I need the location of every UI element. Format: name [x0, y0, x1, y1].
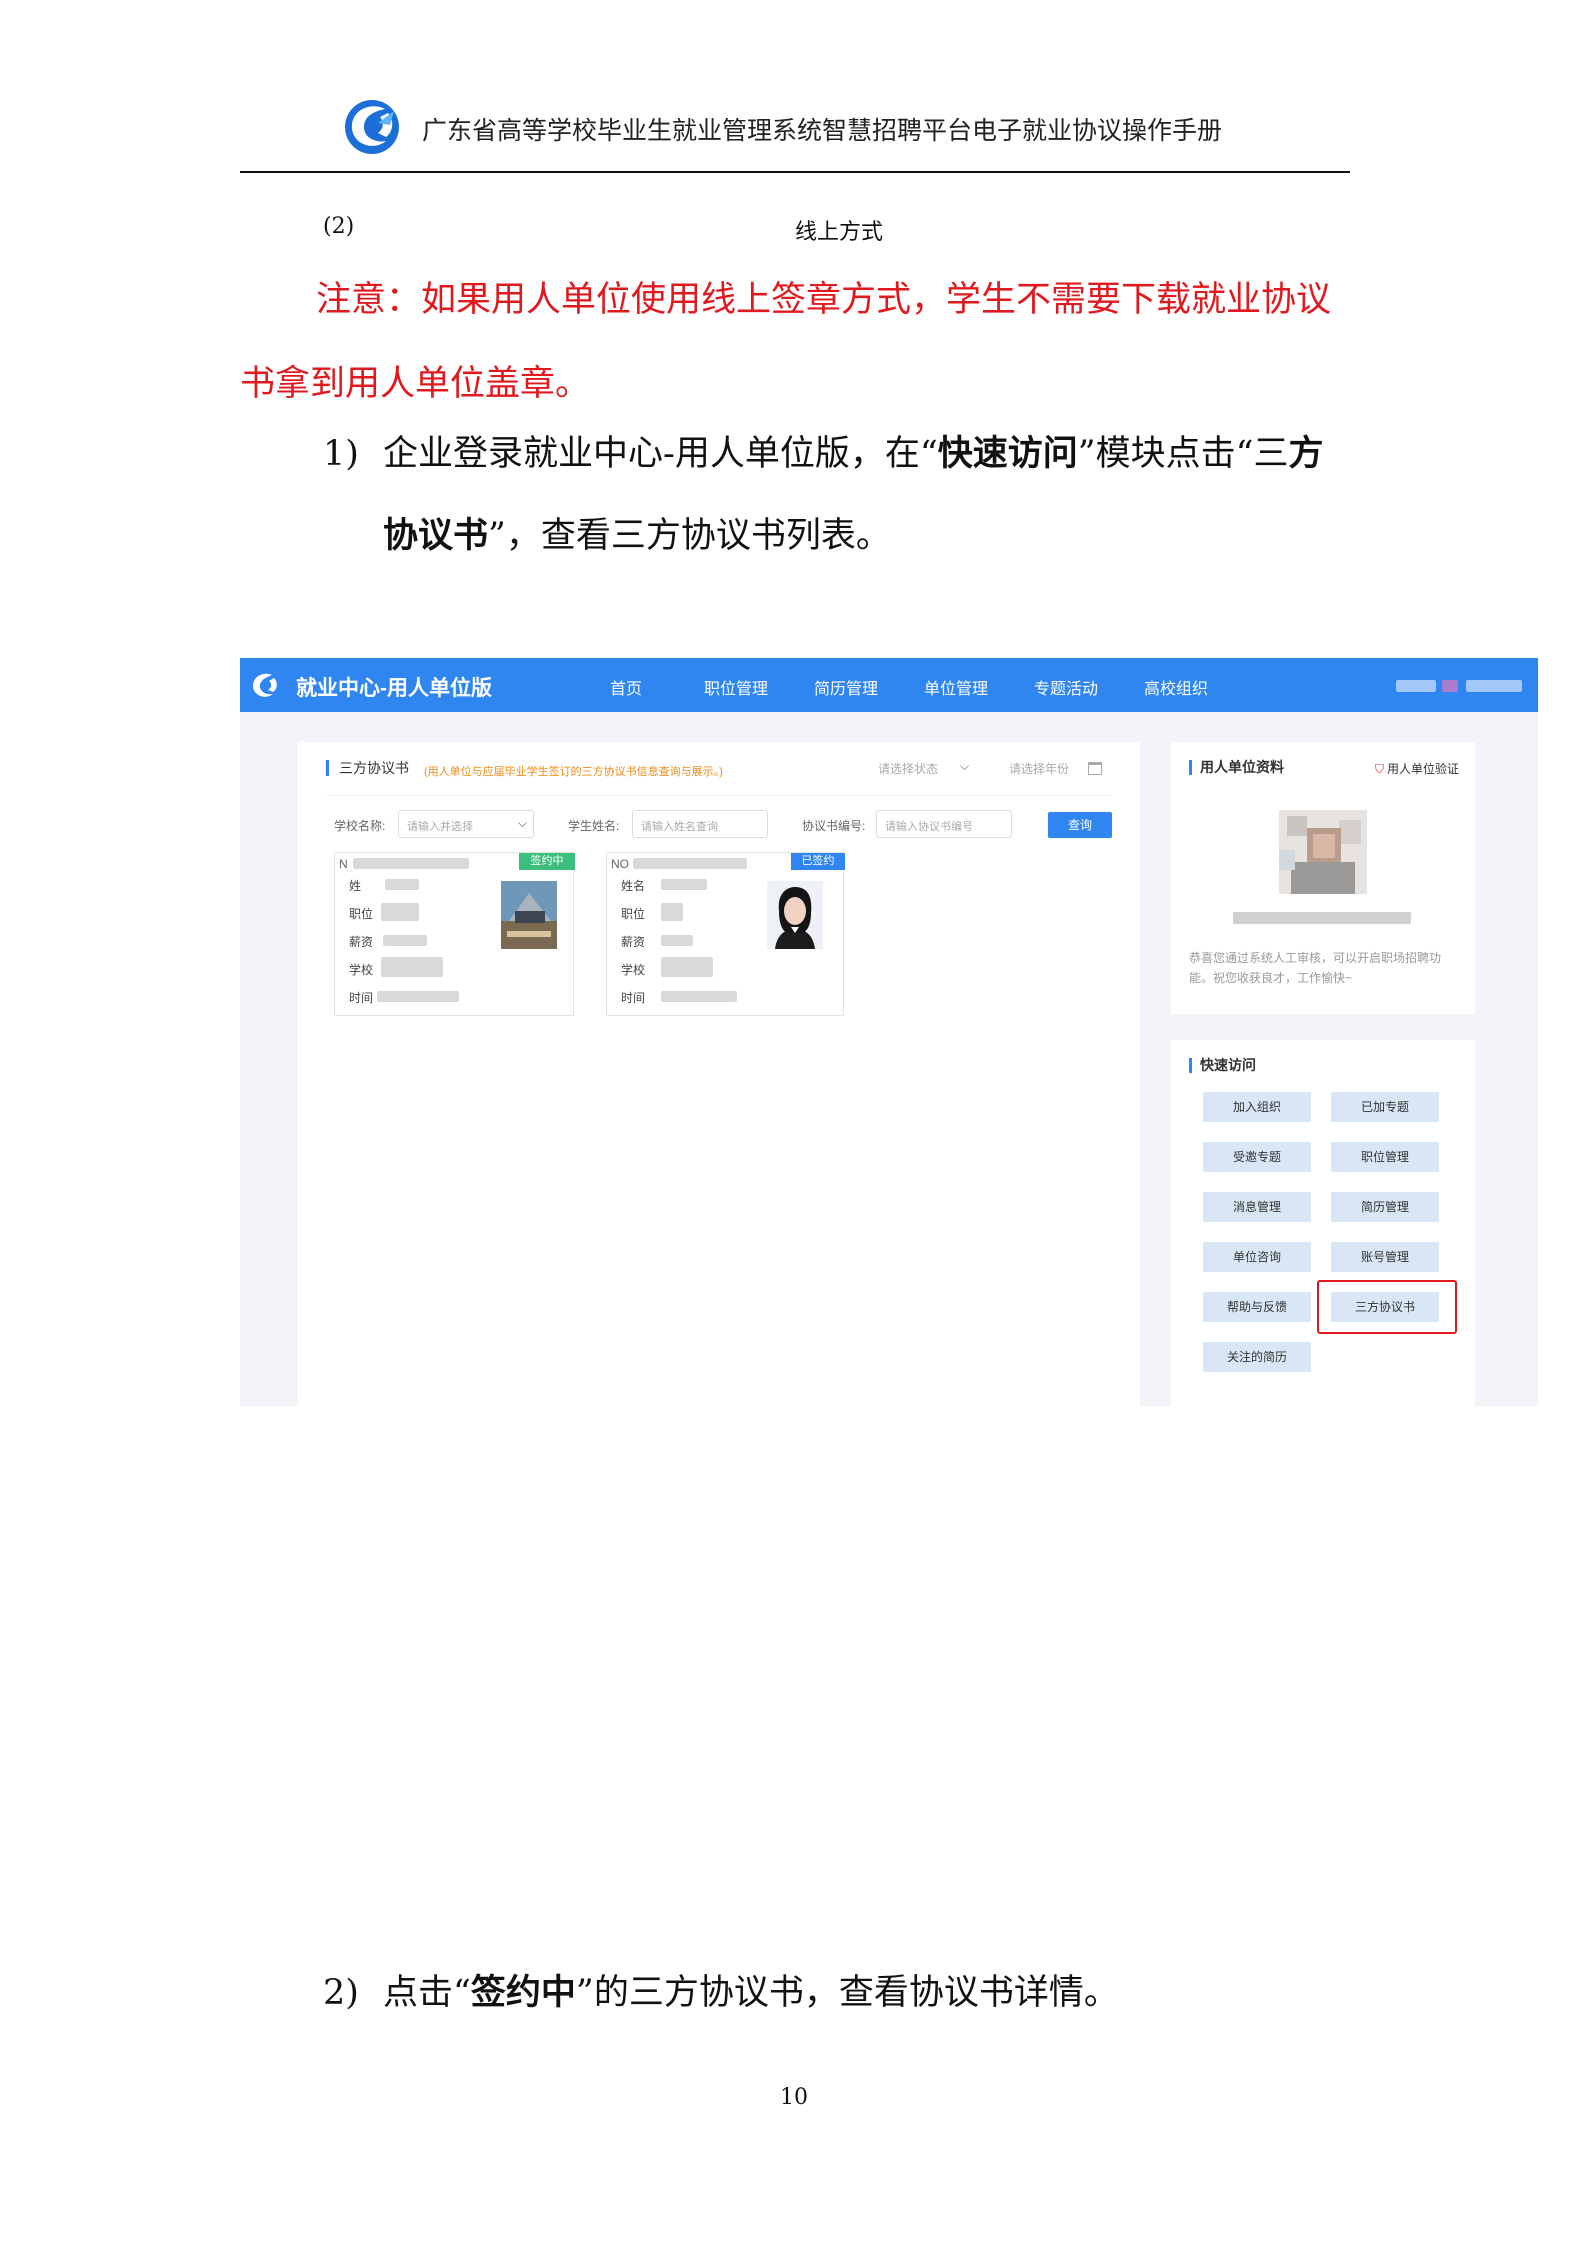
page-header: 广东省高等学校毕业生就业管理系统智慧招聘平台电子就业协议操作手册 — [240, 93, 1350, 173]
card-field: 学校 — [349, 963, 374, 977]
panel-title: 三方协议书 — [326, 760, 409, 776]
step-highlight: 签约中 — [470, 1972, 576, 2013]
review-message: 恭喜您通过系统人工审核，可以开启职场招聘功能。祝您收获良才，工作愉快~ — [1189, 951, 1442, 985]
agreement-panel: 三方协议书 (用人单位与应届毕业学生签订的三方协议书信息查询与展示。) 请选择状… — [298, 742, 1140, 1406]
card-field: 时间 — [349, 991, 374, 1005]
company-profile-panel: 用人单位资料 ⛉ 用人单位验证 恭喜您通过系统人工审核，可以开启职场招聘功能。祝您… — [1171, 742, 1475, 1014]
panel-note: (用人单位与应届毕业学生签订的三方协议书信息查询与展示。) — [424, 766, 723, 778]
step-text: 点击“签约中”的三方协议书，查看协议书详情。 — [383, 1972, 1119, 2013]
agreement-no-label: 协议书编号: — [802, 819, 866, 833]
qa-join-org[interactable]: 加入组织 — [1203, 1092, 1311, 1122]
qa-followed-resumes[interactable]: 关注的简历 — [1203, 1342, 1311, 1372]
platform-logo-icon — [252, 673, 277, 697]
card-field: 职位 — [349, 907, 374, 921]
chevron-down-icon[interactable]: ⌵ — [960, 759, 969, 774]
qa-company-inquiry[interactable]: 单位咨询 — [1203, 1242, 1311, 1272]
step-highlight: 快速访问 — [937, 433, 1078, 474]
shield-icon: ⛉ — [1374, 762, 1384, 776]
card-field: 学校 — [621, 963, 646, 977]
company-name-blurred — [1233, 912, 1411, 924]
qa-joined-topics[interactable]: 已加专题 — [1331, 1092, 1439, 1122]
student-photo — [767, 881, 823, 949]
nav-home[interactable]: 首页 — [610, 675, 642, 699]
card-field: 时间 — [621, 991, 646, 1005]
screenshot-figure: 就业中心-用人单位版 首页 职位管理 简历管理 单位管理 专题活动 高校组织 三… — [240, 658, 1538, 1406]
user-menu-blurred[interactable] — [1396, 674, 1526, 696]
card-field: 姓名 — [621, 879, 646, 893]
agreement-card[interactable]: N 签约中 姓 职位 薪资 学校 时间 — [334, 852, 575, 1016]
qa-invited-topics[interactable]: 受邀专题 — [1203, 1142, 1311, 1172]
step-text: 企业登录就业中心-用人单位版，在“快速访问”模块点击“三方协议书”，查看三方协议… — [383, 433, 1324, 556]
nav-topics[interactable]: 专题活动 — [1034, 675, 1098, 699]
calendar-icon[interactable] — [1088, 762, 1102, 775]
card-field: 薪资 — [621, 935, 646, 949]
card-field: 职位 — [621, 907, 646, 921]
qa-message-management[interactable]: 消息管理 — [1203, 1192, 1311, 1222]
status-badge: 签约中 — [519, 853, 575, 870]
agreement-card[interactable]: NO 已签约 姓名 职位 薪资 学校 时间 — [606, 852, 845, 1016]
step-1: 1) 企业登录就业中心-用人单位版，在“快速访问”模块点击“三方协议书”，查看三… — [323, 413, 1353, 583]
agreement-no-input[interactable]: 请输入协议书编号 — [876, 810, 1012, 838]
step-number: 2) — [323, 1973, 359, 2013]
nav-company[interactable]: 单位管理 — [924, 675, 988, 699]
blurred-text — [633, 858, 747, 869]
avatar — [1279, 810, 1367, 894]
student-input[interactable]: 请输入姓名查询 — [632, 810, 768, 838]
blurred-text — [353, 858, 469, 869]
section-number: (2) — [323, 214, 355, 239]
qa-resume-management[interactable]: 简历管理 — [1331, 1192, 1439, 1222]
student-label: 学生姓名: — [568, 819, 620, 833]
school-dropdown[interactable]: 请输入并选择 ⌵ — [398, 810, 534, 838]
divider — [326, 795, 1110, 796]
building-photo — [501, 881, 557, 949]
qa-account-management[interactable]: 账号管理 — [1331, 1242, 1439, 1272]
side-title: 用人单位资料 — [1189, 760, 1284, 775]
nav-jobs[interactable]: 职位管理 — [704, 675, 768, 699]
top-navbar: 就业中心-用人单位版 首页 职位管理 简历管理 单位管理 专题活动 高校组织 — [240, 658, 1538, 712]
year-select[interactable]: 请选择年份 — [1009, 760, 1069, 777]
agreement-number: NO — [611, 857, 629, 871]
qa-help-feedback[interactable]: 帮助与反馈 — [1203, 1292, 1311, 1322]
step-number: 1) — [323, 434, 359, 474]
qa-job-management[interactable]: 职位管理 — [1331, 1142, 1439, 1172]
quick-access-panel: 快速访问 加入组织 已加专题 受邀专题 职位管理 消息管理 简历管理 单位咨询 … — [1171, 1040, 1475, 1406]
card-field: 姓 — [349, 879, 362, 893]
agreement-number: N — [339, 857, 348, 871]
section-title: 线上方式 — [795, 220, 884, 245]
status-select[interactable]: 请选择状态 — [878, 760, 938, 777]
nav-schools[interactable]: 高校组织 — [1144, 675, 1208, 699]
quick-access-title: 快速访问 — [1189, 1058, 1256, 1073]
gdzs-logo-icon — [345, 100, 399, 154]
nav-brand[interactable]: 就业中心-用人单位版 — [296, 672, 492, 702]
page-number: 10 — [780, 2085, 808, 2110]
chevron-down-icon: ⌵ — [517, 816, 527, 830]
school-label: 学校名称: — [334, 819, 386, 833]
nav-resumes[interactable]: 简历管理 — [814, 675, 878, 699]
manual-title: 广东省高等学校毕业生就业管理系统智慧招聘平台电子就业协议操作手册 — [422, 116, 1223, 145]
card-field: 薪资 — [349, 935, 374, 949]
notice-text: 注意：如果用人单位使用线上签章方式，学生不需要下载就业协议书拿到用人单位盖章。 — [240, 280, 1332, 404]
verify-link[interactable]: ⛉ 用人单位验证 — [1375, 760, 1459, 777]
status-badge: 已签约 — [791, 853, 845, 870]
step-2: 2) 点击“签约中”的三方协议书，查看协议书详情。 — [323, 1952, 1353, 2034]
highlight-box — [1317, 1280, 1457, 1334]
query-button[interactable]: 查询 — [1048, 812, 1112, 838]
